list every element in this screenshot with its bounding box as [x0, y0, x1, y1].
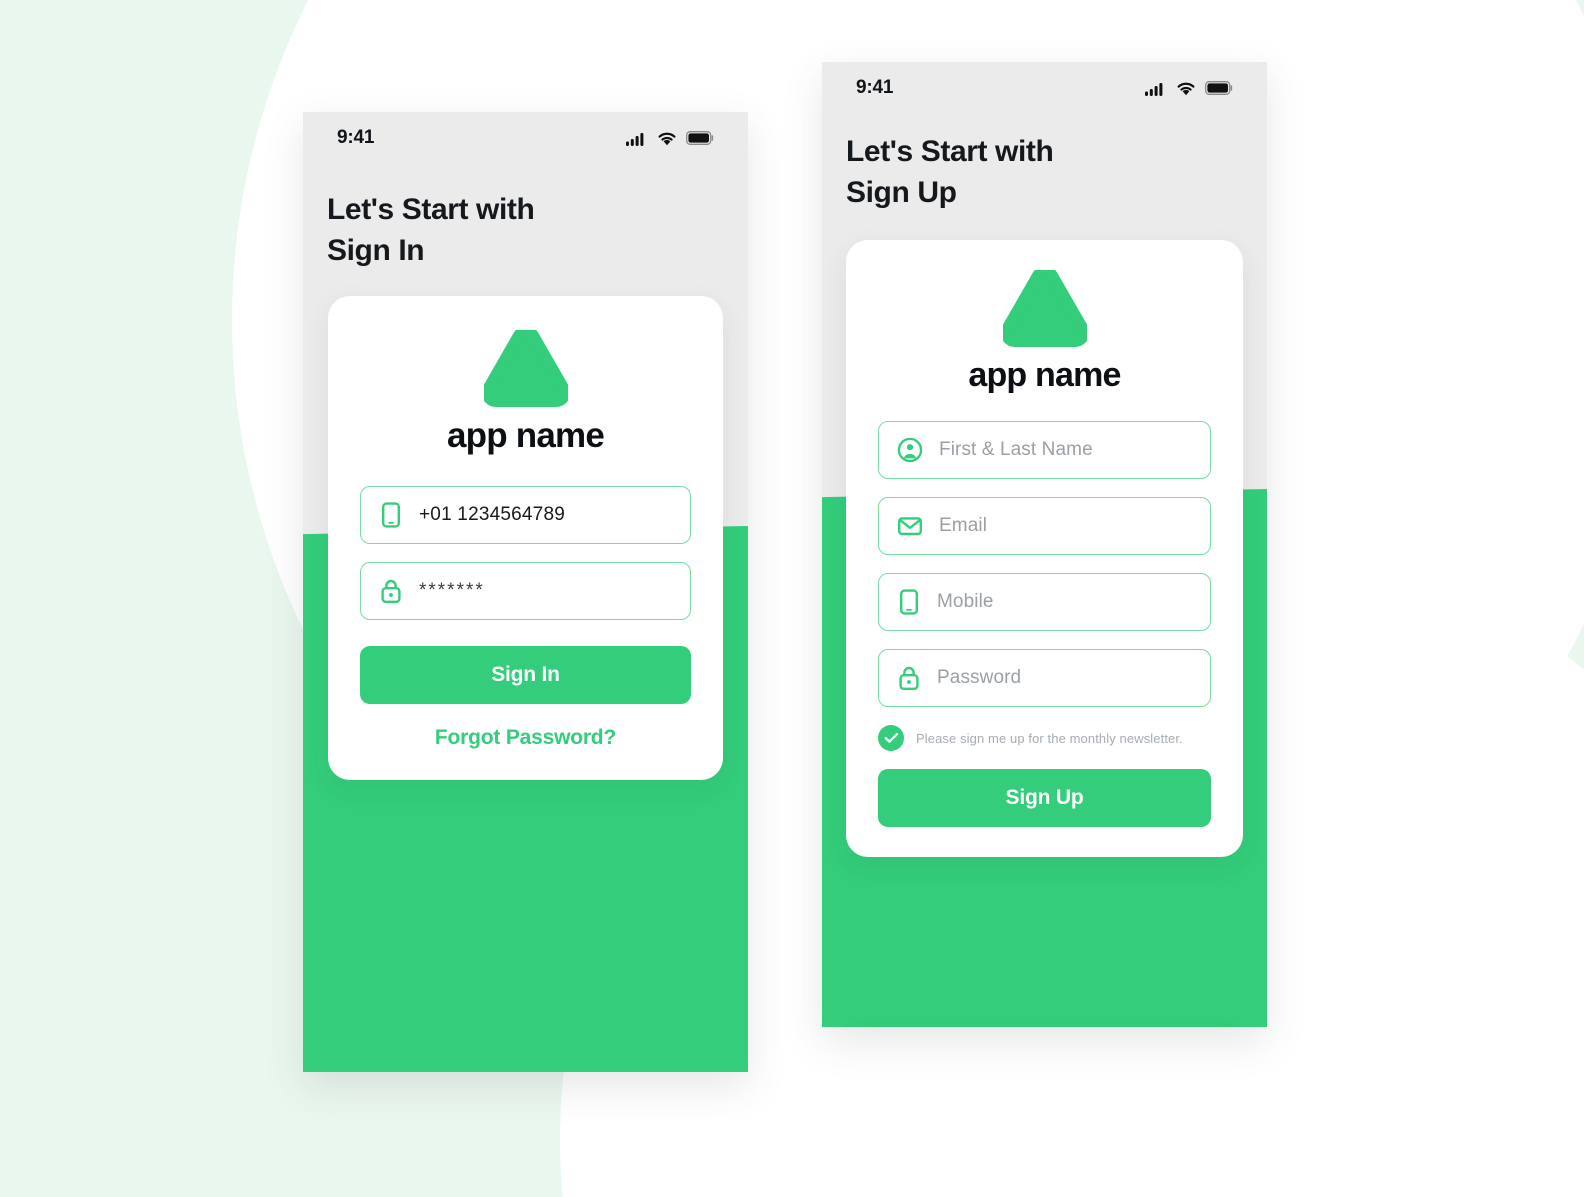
newsletter-label: Please sign me up for the monthly newsle…	[916, 730, 1183, 746]
status-time: 9:41	[337, 127, 375, 148]
app-logo: app name	[360, 330, 691, 456]
mobile-icon	[379, 502, 403, 528]
app-name-text: app name	[968, 356, 1121, 394]
battery-icon	[686, 131, 714, 145]
signup-button[interactable]: Sign Up	[878, 769, 1211, 827]
forgot-password-link[interactable]: Forgot Password?	[360, 726, 691, 750]
status-time: 9:41	[856, 77, 894, 98]
password-placeholder: Password	[937, 667, 1022, 688]
app-logo: app name	[878, 270, 1211, 395]
status-icons	[626, 131, 714, 146]
signin-button[interactable]: Sign In	[360, 646, 691, 704]
fullname-field[interactable]: First & Last Name	[878, 421, 1211, 479]
page-title-text: Let's Start with Sign In	[327, 193, 535, 267]
lock-icon	[379, 578, 403, 604]
mobile-placeholder: Mobile	[937, 591, 994, 612]
newsletter-checkbox[interactable]	[878, 725, 904, 751]
status-bar-signup: 9:41	[822, 62, 1267, 114]
newsletter-checkbox-row[interactable]: Please sign me up for the monthly newsle…	[878, 725, 1211, 751]
fullname-placeholder: First & Last Name	[939, 439, 1093, 460]
envelope-icon	[897, 515, 923, 537]
password-field[interactable]: Password	[878, 649, 1211, 707]
signup-card: app name First & Last Name Email Mobile …	[846, 240, 1243, 857]
status-icons	[1145, 81, 1233, 96]
signin-card: app name +01 1234564789 ******* Sign In …	[328, 296, 723, 780]
app-name-text: app name	[447, 416, 605, 455]
mobile-field[interactable]: +01 1234564789	[360, 486, 691, 544]
wifi-icon	[1177, 82, 1195, 95]
phone-mockup-signup: 9:41 Let's Start with Sign Up app name F…	[822, 62, 1267, 1027]
user-icon	[897, 437, 923, 463]
signal-bars-icon	[1145, 82, 1163, 96]
status-bar: 9:41	[303, 112, 748, 164]
page-title-signup: Let's Start with Sign Up	[822, 132, 1267, 214]
triangle-logo-icon	[483, 330, 568, 407]
wifi-icon	[658, 132, 676, 145]
email-placeholder: Email	[939, 515, 988, 536]
password-field[interactable]: *******	[360, 562, 691, 620]
mobile-field-value: +01 1234564789	[419, 504, 565, 525]
password-field-value: *******	[419, 580, 485, 601]
check-icon	[884, 733, 898, 743]
lock-icon	[897, 665, 921, 691]
mobile-field[interactable]: Mobile	[878, 573, 1211, 631]
triangle-logo-icon	[1002, 270, 1087, 347]
page-title-signin: Let's Start with Sign In	[303, 190, 748, 272]
phone-mockup-signin: 9:41 Let's Start with Sign In app name +…	[303, 112, 748, 1072]
signal-bars-icon	[626, 132, 644, 146]
email-field[interactable]: Email	[878, 497, 1211, 555]
page-title-text: Let's Start with Sign Up	[846, 135, 1054, 209]
battery-icon	[1205, 81, 1233, 95]
mobile-icon	[897, 589, 921, 615]
